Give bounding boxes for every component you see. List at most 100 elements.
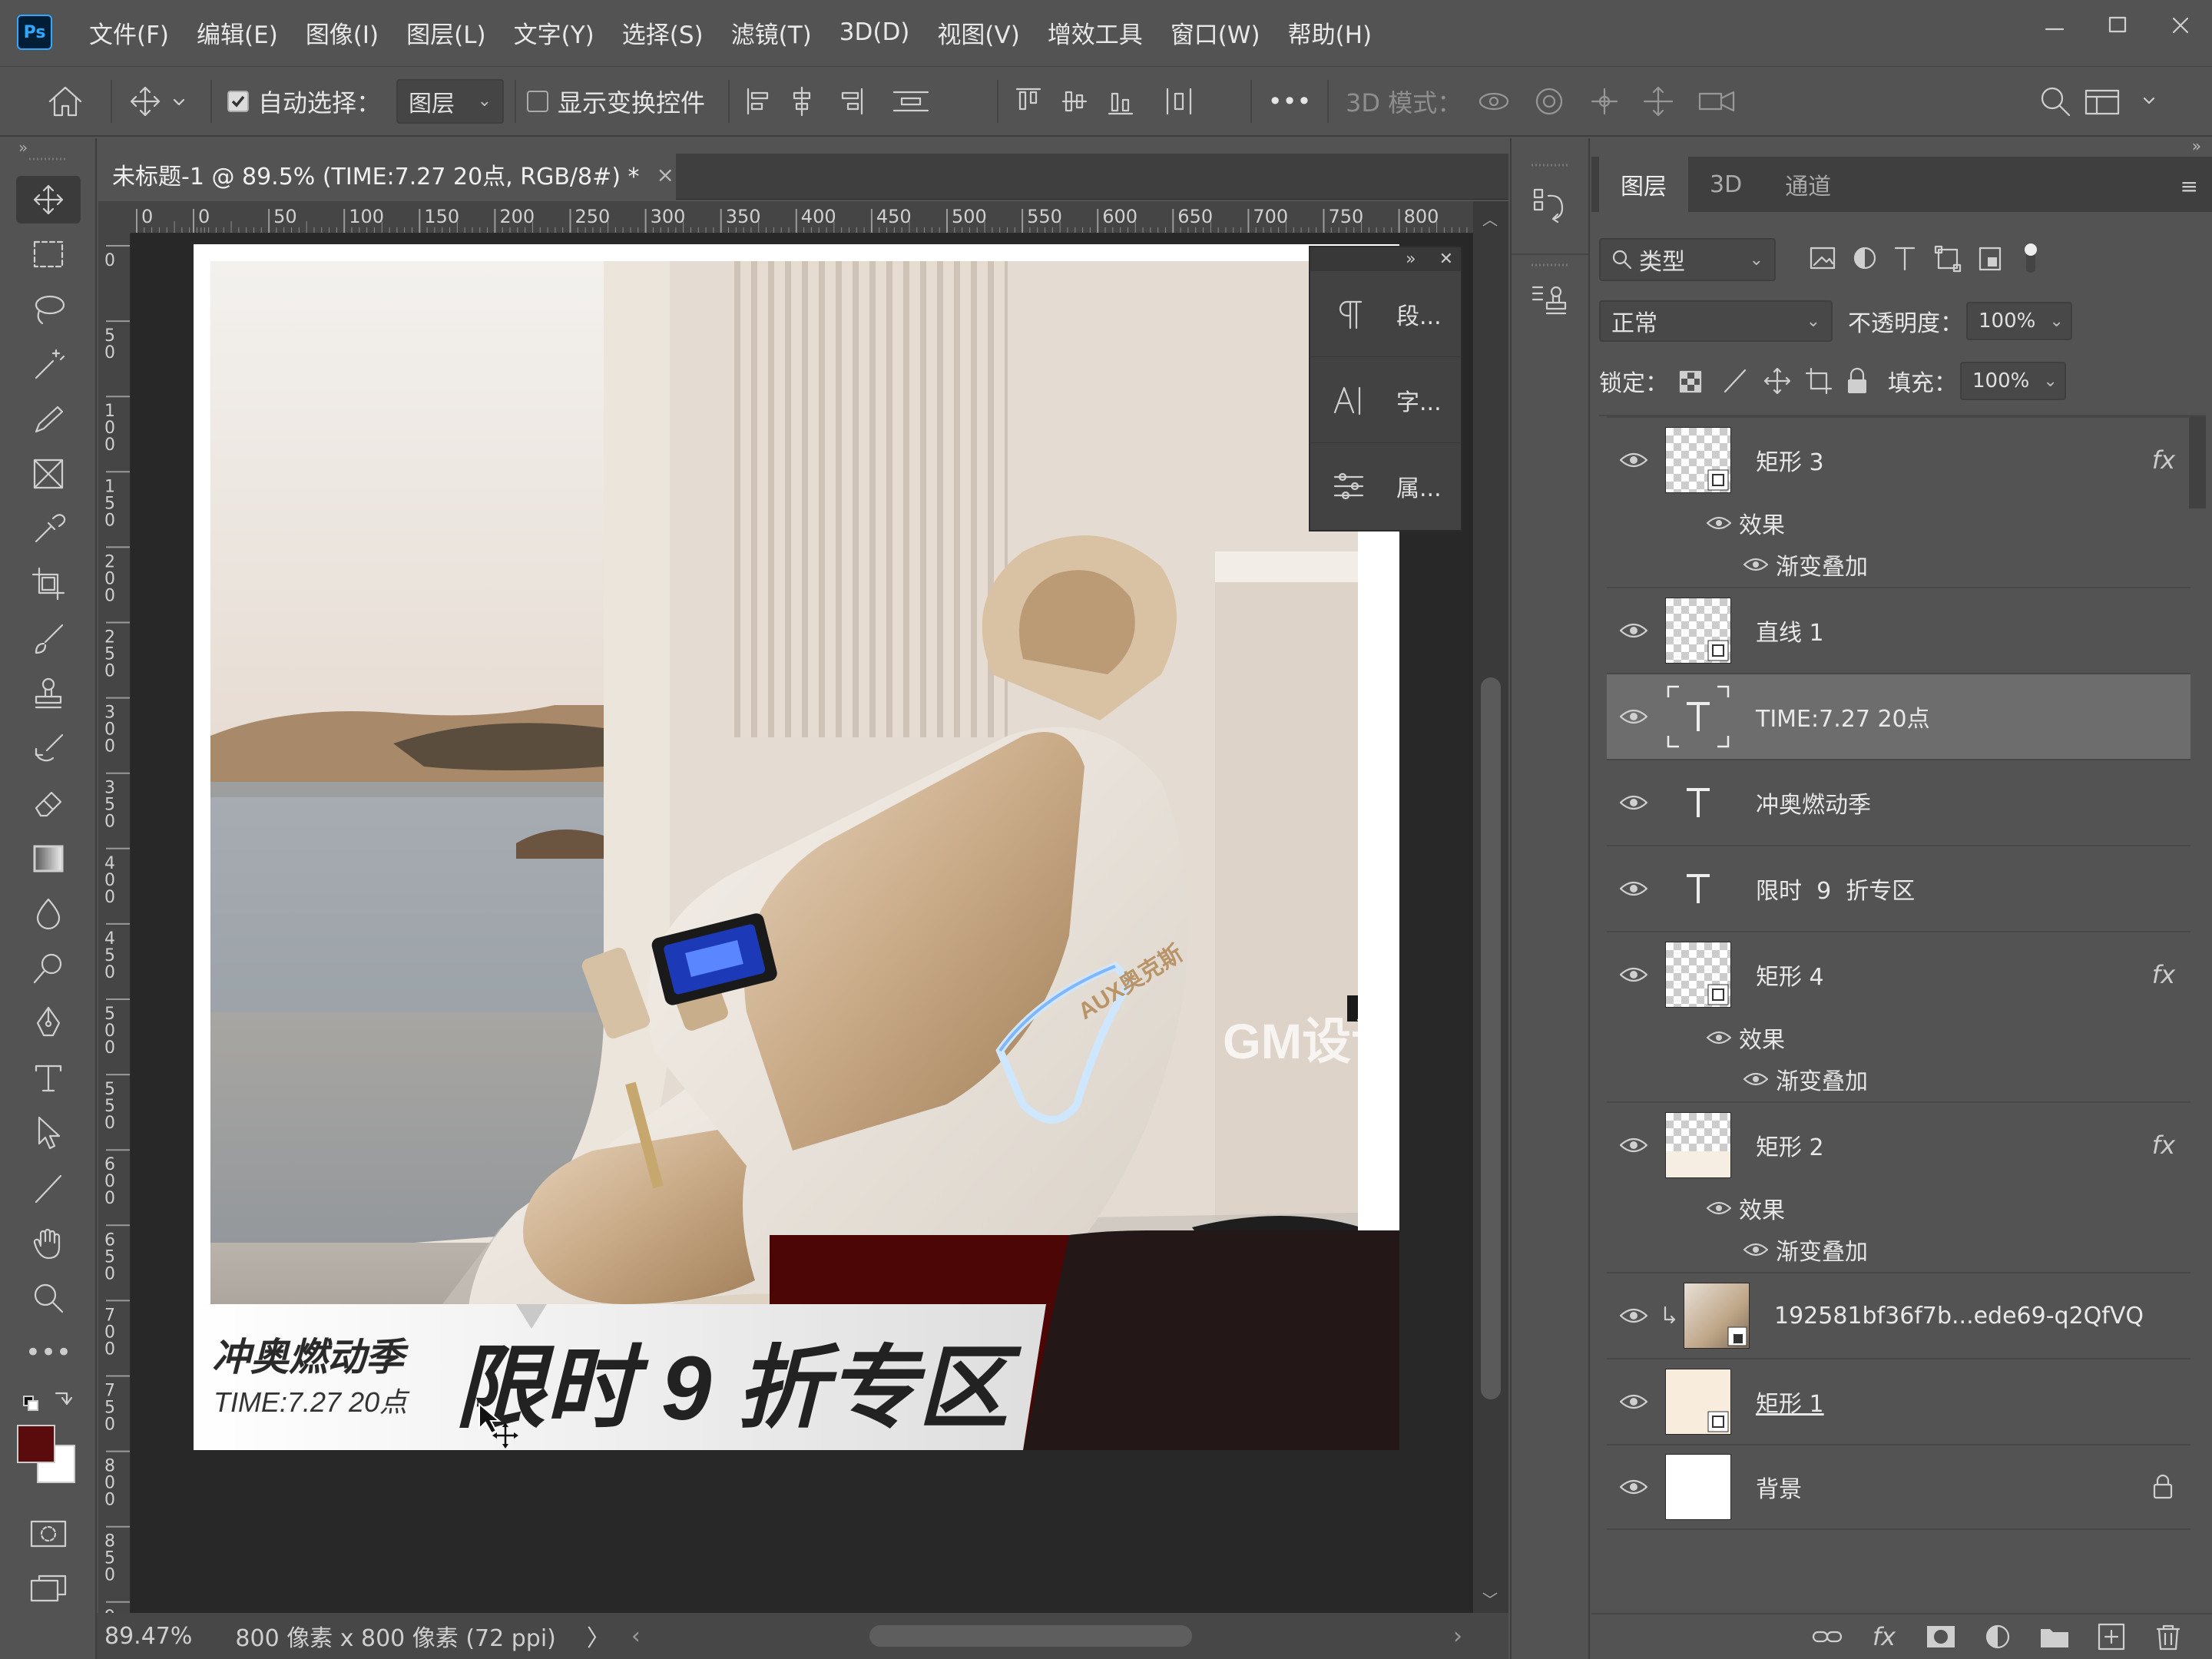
maximize-button[interactable] (2086, 0, 2149, 51)
eye-icon[interactable] (1618, 879, 1649, 899)
crop-tool[interactable] (0, 557, 97, 612)
layer-name[interactable]: 矩形 4 (1756, 958, 1824, 992)
eye-icon[interactable] (1618, 965, 1649, 985)
layer-row[interactable]: 矩形 2 fx (1607, 1101, 2190, 1187)
layer-name[interactable]: 矩形 2 (1756, 1128, 1824, 1162)
layer-name[interactable]: 矩形 1 (1756, 1385, 1824, 1419)
eye-icon[interactable] (1618, 793, 1649, 813)
hand-tool[interactable] (0, 1216, 97, 1271)
menu-type[interactable]: 文字(Y) (514, 15, 594, 50)
checkbox-checked[interactable] (227, 90, 249, 112)
pen-tool[interactable] (0, 996, 97, 1051)
marquee-tool[interactable] (0, 227, 97, 283)
align-top-icon[interactable] (1015, 88, 1041, 110)
close-tab-icon[interactable]: × (656, 162, 674, 187)
canvas-area[interactable]: AUX奥克斯 GM设计 冲奥燃动季 TIME:7.27 20点 限时 9 折专区… (131, 233, 1473, 1613)
effects-row[interactable]: 效果 (1607, 1017, 2190, 1058)
expand-dock-icon[interactable]: » (2192, 137, 2201, 155)
vertical-scrollbar[interactable]: ︿ ﹀ (1473, 201, 1508, 1613)
filter-type-dropdown[interactable]: 类型 ⌄ (1599, 238, 1776, 281)
layer-effects-badge[interactable]: fx (2152, 1131, 2175, 1160)
layer-row[interactable]: 矩形 4 fx (1607, 931, 2190, 1017)
menu-layer[interactable]: 图层(L) (406, 15, 485, 50)
eye-icon[interactable] (1705, 1028, 1733, 1047)
eye-icon[interactable] (1618, 450, 1649, 470)
delete-layer-button[interactable] (2140, 1621, 2197, 1652)
distribute-icon[interactable] (892, 91, 929, 111)
menu-image[interactable]: 图像(I) (306, 15, 379, 50)
filter-type-icon[interactable] (1894, 247, 1916, 271)
filter-shape-icon[interactable] (1934, 245, 1962, 273)
eraser-tool[interactable] (0, 777, 97, 832)
more-options-button[interactable]: ••• (1263, 78, 1316, 124)
layer-name[interactable]: 背景 (1756, 1470, 1802, 1504)
menu-view[interactable]: 视图(V) (937, 15, 1019, 50)
pen-brush-tool[interactable] (0, 392, 97, 447)
effect-gradient-overlay[interactable]: 渐变叠加 (1607, 544, 2190, 585)
layer-row-selected[interactable]: TIME:7.27 20点 (1607, 673, 2190, 759)
layer-name[interactable]: 192581bf36f7b...ede69-q2QfVQ (1774, 1303, 2144, 1330)
align-hcenter-icon[interactable] (793, 86, 811, 116)
swap-colors[interactable] (0, 1380, 97, 1422)
layer-row[interactable]: 直线 1 (1607, 587, 2190, 673)
foreground-color-swatch[interactable] (17, 1425, 55, 1463)
3d-roll-icon[interactable] (1536, 88, 1563, 114)
layer-name[interactable]: 冲奥燃动季 (1756, 786, 1871, 820)
3d-slide-icon[interactable] (1644, 86, 1674, 116)
scroll-down-icon[interactable]: ﹀ (1482, 1588, 1498, 1610)
layer-name[interactable]: TIME:7.27 20点 (1756, 700, 1930, 733)
quick-mask-button[interactable] (0, 1506, 97, 1561)
filter-pixel-icon[interactable] (1810, 247, 1836, 270)
path-selection-tool[interactable] (0, 1106, 97, 1161)
layer-name[interactable]: 矩形 3 (1756, 443, 1824, 477)
align-right-icon[interactable] (841, 88, 863, 114)
align-bottom-icon[interactable] (1108, 92, 1134, 114)
brush-tool[interactable] (0, 611, 97, 667)
filter-toggle-icon[interactable] (2025, 243, 2037, 273)
layer-row[interactable]: 背景 (1607, 1444, 2190, 1530)
lock-transparent-icon[interactable] (1679, 370, 1702, 393)
menu-plugins[interactable]: 增效工具 (1048, 15, 1143, 50)
move-tool-preset[interactable] (123, 78, 200, 124)
menu-file[interactable]: 文件(F) (89, 15, 169, 50)
horizontal-scrollbar-thumb[interactable] (869, 1625, 1192, 1647)
eye-icon[interactable] (1618, 707, 1649, 727)
menu-filter[interactable]: 滤镜(T) (731, 15, 812, 50)
screen-mode-button[interactable] (0, 1561, 97, 1617)
layer-row[interactable]: 矩形 3 fx (1607, 416, 2190, 502)
history-panel-button[interactable] (1512, 178, 1588, 232)
new-layer-button[interactable] (2083, 1621, 2140, 1652)
3d-orbit-icon[interactable] (1479, 92, 1509, 110)
status-menu-arrow[interactable]: 〉 (587, 1619, 610, 1653)
layer-row[interactable]: 矩形 1 (1607, 1358, 2190, 1444)
layers-list[interactable]: 矩形 3 fx 效果 渐变叠加 直线 1 TIME:7.27 20点 冲奥燃动季… (1599, 415, 2206, 1613)
menu-window[interactable]: 窗口(W) (1171, 15, 1260, 50)
eye-icon[interactable] (1705, 514, 1733, 532)
eye-icon[interactable] (1618, 621, 1649, 641)
lasso-tool[interactable] (0, 282, 97, 337)
magic-wand-tool[interactable] (0, 337, 97, 392)
lock-artboard-icon[interactable] (1805, 367, 1833, 395)
layer-row[interactable]: 192581bf36f7b...ede69-q2QfVQ (1607, 1272, 2190, 1358)
3d-pan-icon[interactable] (1591, 88, 1618, 114)
edit-toolbar-button[interactable]: ••• (0, 1326, 97, 1381)
close-window-button[interactable] (2149, 0, 2212, 51)
layer-row[interactable]: 冲奥燃动季 (1607, 759, 2190, 845)
3d-camera-icon[interactable] (1699, 91, 1735, 111)
auto-select-dropdown[interactable]: 图层 ⌄ (396, 78, 505, 124)
panel-menu-icon[interactable]: ≡ (2181, 174, 2198, 199)
new-adjustment-button[interactable] (1969, 1621, 2026, 1652)
zoom-tool[interactable] (0, 1270, 97, 1326)
show-transform-checkbox[interactable]: 显示变换控件 (527, 78, 705, 124)
fill-field[interactable]: 100% ⌄ (1960, 362, 2066, 400)
filter-adjustment-icon[interactable] (1853, 247, 1876, 270)
distribute-vertical-icon[interactable] (1166, 88, 1192, 114)
effect-gradient-overlay[interactable]: 渐变叠加 (1607, 1058, 2190, 1100)
checkbox-unchecked[interactable] (527, 90, 549, 112)
close-panel-icon[interactable]: ✕ (1439, 250, 1453, 269)
lock-icon[interactable] (2151, 1474, 2175, 1500)
expand-panels-icon[interactable]: » (1406, 250, 1416, 269)
frame-tool[interactable] (0, 447, 97, 502)
stamp-tool[interactable] (0, 667, 97, 722)
link-layers-button[interactable] (1799, 1621, 1856, 1652)
